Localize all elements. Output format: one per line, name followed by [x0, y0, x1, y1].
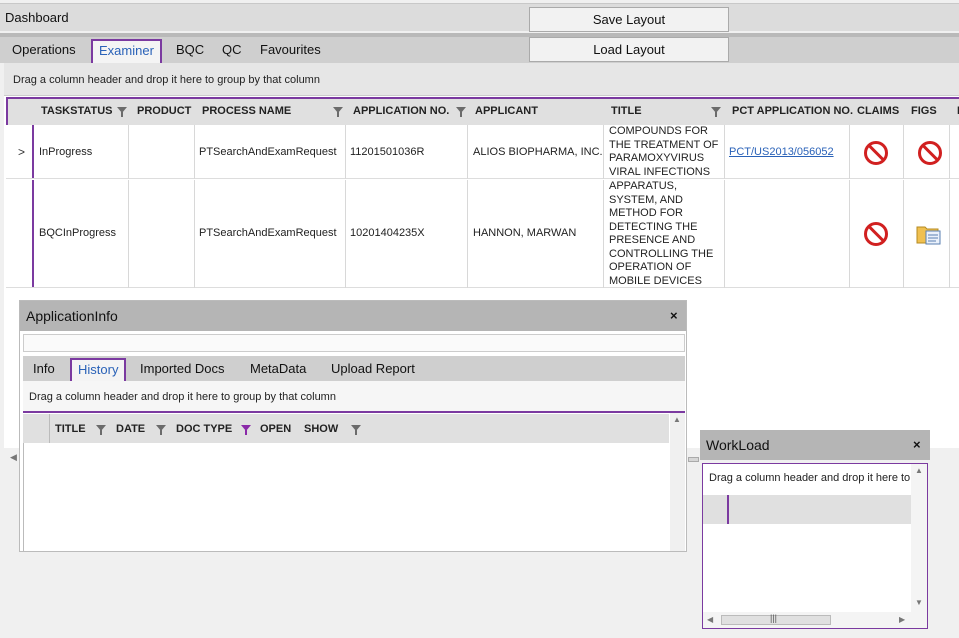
filter-icon[interactable] [156, 425, 166, 435]
filter-icon[interactable] [711, 107, 721, 117]
scroll-up-arrow-icon[interactable]: ▲ [915, 466, 923, 475]
application-info-window: ApplicationInfo × Info History Imported … [19, 300, 687, 552]
column-header-title[interactable]: TITLE [55, 423, 86, 435]
workload-grid-header [703, 495, 911, 524]
filter-icon[interactable] [117, 107, 127, 117]
cell-applicant: ALIOS BIOPHARMA, INC. [473, 146, 603, 158]
cell-taskstatus: BQCInProgress [39, 227, 117, 239]
row-indicator-header [703, 495, 729, 524]
application-info-title: ApplicationInfo [26, 308, 118, 324]
expand-chevron-icon[interactable]: > [18, 145, 25, 159]
row-indicator-header [23, 414, 50, 443]
app-root: Dashboard Operations Examiner BQC QC Fav… [0, 0, 959, 638]
cell-title: APPARATUS, SYSTEM, AND METHOD FOR DETECT… [609, 180, 714, 287]
tab-examiner[interactable]: Examiner [91, 39, 162, 63]
workload-titlebar[interactable]: WorkLoad × [700, 430, 930, 460]
scroll-left-arrow-icon[interactable]: ◀ [707, 615, 713, 624]
filter-icon[interactable] [96, 425, 106, 435]
column-header-applicant[interactable]: APPLICANT [475, 105, 538, 117]
tab-favourites[interactable]: Favourites [254, 39, 327, 63]
dashboard-title: Dashboard [5, 10, 69, 25]
column-header-pct-application-no[interactable]: PCT APPLICATION NO. [732, 105, 853, 117]
scroll-down-arrow-icon[interactable]: ▼ [915, 598, 923, 607]
no-entry-icon[interactable] [864, 222, 888, 246]
cell-application-no: 10201404235X [350, 227, 425, 239]
tab-qc[interactable]: QC [216, 39, 248, 63]
no-entry-icon[interactable] [864, 141, 888, 165]
scroll-grip-icon: ||| [770, 613, 778, 623]
column-header-date[interactable]: DATE [116, 423, 145, 435]
tab-upload-report[interactable]: Upload Report [325, 358, 421, 381]
scroll-up-arrow-icon[interactable]: ▲ [673, 415, 681, 424]
filter-icon[interactable] [333, 107, 343, 117]
cell-taskstatus: InProgress [39, 146, 93, 158]
splitter-handle[interactable] [688, 457, 699, 462]
tab-info[interactable]: Info [27, 358, 61, 381]
column-header-doc-type[interactable]: DOC TYPE [176, 423, 232, 435]
grid-header-row: TASKSTATUS PRODUCT PROCESS NAME APPLICAT… [6, 97, 959, 125]
filter-icon[interactable] [456, 107, 466, 117]
workload-title: WorkLoad [706, 437, 770, 453]
group-by-panel[interactable]: Drag a column header and drop it here to [703, 464, 913, 492]
load-layout-button[interactable]: Load Layout [529, 37, 729, 62]
no-entry-icon[interactable] [918, 141, 942, 165]
horizontal-scrollbar[interactable]: ◀ ||| ▶ [703, 612, 927, 628]
group-by-panel[interactable]: Drag a column header and drop it here to… [4, 63, 959, 96]
row-indicator[interactable]: > [6, 125, 34, 178]
cell-applicant: HANNON, MARWAN [473, 227, 577, 239]
cell-application-no: 11201501036R [350, 146, 425, 158]
history-grid-header: TITLE DATE DOC TYPE OPEN SHOW [23, 414, 669, 443]
cell-process-name: PTSearchAndExamRequest [199, 146, 337, 158]
application-info-blank-area [23, 334, 685, 352]
tab-metadata[interactable]: MetaData [244, 358, 312, 381]
row-indicator[interactable] [6, 180, 34, 287]
column-header-product[interactable]: PRODUCT [137, 105, 191, 117]
column-header-taskstatus[interactable]: TASKSTATUS [41, 105, 113, 117]
column-header-process-name[interactable]: PROCESS NAME [202, 105, 291, 117]
save-layout-button[interactable]: Save Layout [529, 7, 729, 32]
scroll-right-arrow-icon[interactable]: ▶ [899, 615, 905, 624]
column-header-open[interactable]: OPEN [260, 423, 291, 435]
folder-document-icon[interactable] [916, 223, 942, 245]
table-row[interactable]: > InProgress PTSearchAndExamRequest 1120… [6, 125, 959, 179]
group-by-panel[interactable]: Drag a column header and drop it here to… [23, 381, 685, 413]
column-header-claims[interactable]: CLAIMS [857, 105, 899, 117]
vertical-scrollbar[interactable]: ▲ ▼ [911, 464, 927, 612]
history-grid-body [23, 443, 669, 551]
workload-window: WorkLoad × Drag a column header and drop… [700, 430, 930, 630]
column-header-figs[interactable]: FIGS [911, 105, 937, 117]
tab-operations[interactable]: Operations [6, 39, 82, 63]
cell-process-name: PTSearchAndExamRequest [199, 227, 337, 239]
dashboard-bar: Dashboard [0, 3, 959, 31]
close-icon[interactable]: × [913, 437, 921, 452]
vertical-scrollbar[interactable]: ▲ [670, 413, 685, 551]
main-tab-strip: Operations Examiner BQC QC Favourites [0, 33, 959, 63]
column-header-application-no[interactable]: APPLICATION NO. [353, 105, 449, 117]
scroll-thumb[interactable]: ||| [721, 613, 831, 625]
application-info-tabs: Info History Imported Docs MetaData Uplo… [23, 356, 685, 381]
tab-history[interactable]: History [70, 358, 127, 381]
column-header-title[interactable]: TITLE [611, 105, 642, 117]
cell-title: COMPOUNDS FOR THE TREATMENT OF PARAMOXYV… [609, 125, 719, 178]
scroll-left-arrow-icon[interactable]: ◀ [10, 452, 17, 463]
table-row[interactable]: BQCInProgress PTSearchAndExamRequest 102… [6, 180, 959, 288]
application-info-titlebar[interactable]: ApplicationInfo × [20, 301, 686, 331]
filter-active-icon[interactable] [241, 425, 251, 435]
filter-icon[interactable] [351, 425, 361, 435]
column-header-show[interactable]: SHOW [304, 423, 338, 435]
tab-imported-docs[interactable]: Imported Docs [134, 358, 231, 381]
close-icon[interactable]: × [670, 308, 678, 323]
tab-bqc[interactable]: BQC [170, 39, 210, 63]
pct-application-link[interactable]: PCT/US2013/056052 [729, 146, 834, 158]
workload-grid: Drag a column header and drop it here to… [702, 463, 928, 629]
